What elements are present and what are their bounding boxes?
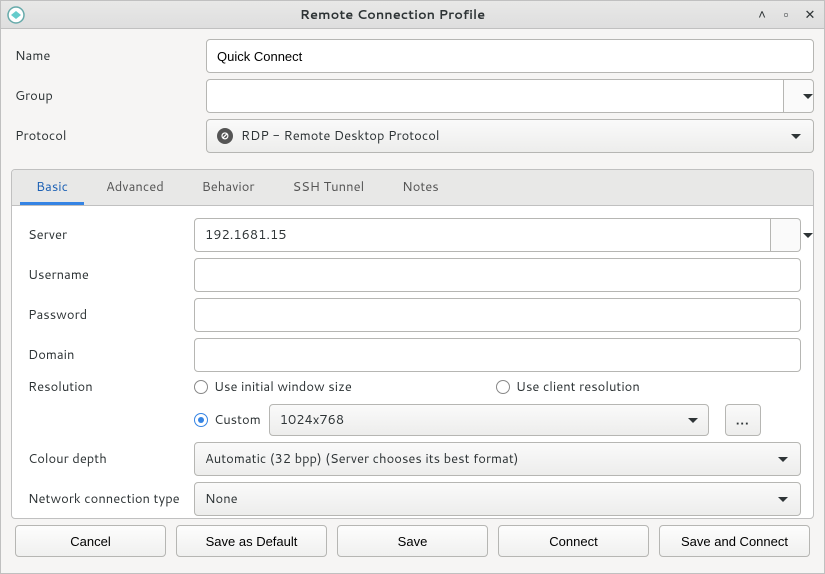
label-protocol: Protocol <box>11 127 206 145</box>
resolution-more-button[interactable]: ... <box>725 404 761 436</box>
save-and-connect-button[interactable]: Save and Connect <box>659 525 810 557</box>
server-dropdown-button[interactable] <box>771 218 801 252</box>
label-username: Username <box>24 266 194 284</box>
chevron-down-icon <box>791 134 801 139</box>
window-minimize-icon[interactable]: ˄ <box>754 6 770 24</box>
chevron-down-icon <box>778 497 788 502</box>
network-type-value: None <box>205 490 238 508</box>
save-as-default-button[interactable]: Save as Default <box>176 525 327 557</box>
colour-depth-value: Automatic (32 bpp) (Server chooses its b… <box>205 450 518 468</box>
tab-basic[interactable]: Basic <box>20 170 84 205</box>
tab-behavior[interactable]: Behavior <box>186 170 271 205</box>
label-network-type: Network connection type <box>24 490 194 508</box>
group-combo[interactable] <box>206 79 814 113</box>
content-area: Name Group Protocol ⊘ RDP - Remote Deskt… <box>1 29 824 573</box>
radio-label-initial: Use initial window size <box>214 378 352 396</box>
custom-resolution-value: 1024x768 <box>280 411 344 429</box>
domain-input[interactable] <box>194 338 801 372</box>
basic-tab-content: Server 192.1681.15 Username Password <box>12 206 813 518</box>
more-label: ... <box>736 411 750 429</box>
window-title: Remote Connection Profile <box>31 6 754 24</box>
radio-circle-icon <box>194 413 208 427</box>
tab-bar: Basic Advanced Behavior SSH Tunnel Notes <box>12 170 813 206</box>
radio-circle-icon <box>194 380 208 394</box>
label-name: Name <box>11 47 206 65</box>
radio-circle-icon <box>496 380 510 394</box>
window-maximize-icon[interactable]: ▫ <box>778 6 794 24</box>
username-input[interactable] <box>194 258 801 292</box>
chevron-down-icon <box>803 233 813 238</box>
radio-label-client: Use client resolution <box>516 378 640 396</box>
radio-custom[interactable]: Custom <box>194 411 261 429</box>
label-password: Password <box>24 306 194 324</box>
server-combo[interactable]: 192.1681.15 <box>194 218 801 252</box>
radio-use-initial[interactable]: Use initial window size <box>194 378 352 396</box>
group-dropdown-button[interactable] <box>784 79 814 113</box>
protocol-combo[interactable]: ⊘ RDP - Remote Desktop Protocol <box>206 119 814 153</box>
label-domain: Domain <box>24 346 194 364</box>
app-icon <box>7 6 25 24</box>
label-colour-depth: Colour depth <box>24 450 194 468</box>
chevron-down-icon <box>803 94 813 99</box>
connect-button[interactable]: Connect <box>498 525 649 557</box>
custom-resolution-combo[interactable]: 1024x768 <box>269 404 709 436</box>
window-close-icon[interactable]: ✕ <box>802 6 818 24</box>
window-root: Remote Connection Profile ˄ ▫ ✕ Name Gro… <box>0 0 825 574</box>
radio-use-client[interactable]: Use client resolution <box>496 378 640 396</box>
rdp-protocol-icon: ⊘ <box>217 128 233 144</box>
label-server: Server <box>24 226 194 244</box>
tab-ssh-tunnel[interactable]: SSH Tunnel <box>277 170 381 205</box>
label-group: Group <box>11 87 206 105</box>
server-value: 192.1681.15 <box>205 226 287 244</box>
cancel-button[interactable]: Cancel <box>15 525 166 557</box>
protocol-value: RDP - Remote Desktop Protocol <box>241 127 439 145</box>
network-type-combo[interactable]: None <box>194 482 801 516</box>
chevron-down-icon <box>688 418 698 423</box>
save-button[interactable]: Save <box>337 525 488 557</box>
colour-depth-combo[interactable]: Automatic (32 bpp) (Server chooses its b… <box>194 442 801 476</box>
button-bar: Cancel Save as Default Save Connect Save… <box>11 519 814 563</box>
password-input[interactable] <box>194 298 801 332</box>
chevron-down-icon <box>778 457 788 462</box>
name-input[interactable] <box>206 39 814 73</box>
titlebar: Remote Connection Profile ˄ ▫ ✕ <box>1 1 824 29</box>
tab-notebook: Basic Advanced Behavior SSH Tunnel Notes… <box>11 169 814 519</box>
tab-advanced[interactable]: Advanced <box>90 170 180 205</box>
tab-notes[interactable]: Notes <box>386 170 455 205</box>
radio-label-custom: Custom <box>214 411 261 429</box>
label-resolution: Resolution <box>24 378 194 396</box>
